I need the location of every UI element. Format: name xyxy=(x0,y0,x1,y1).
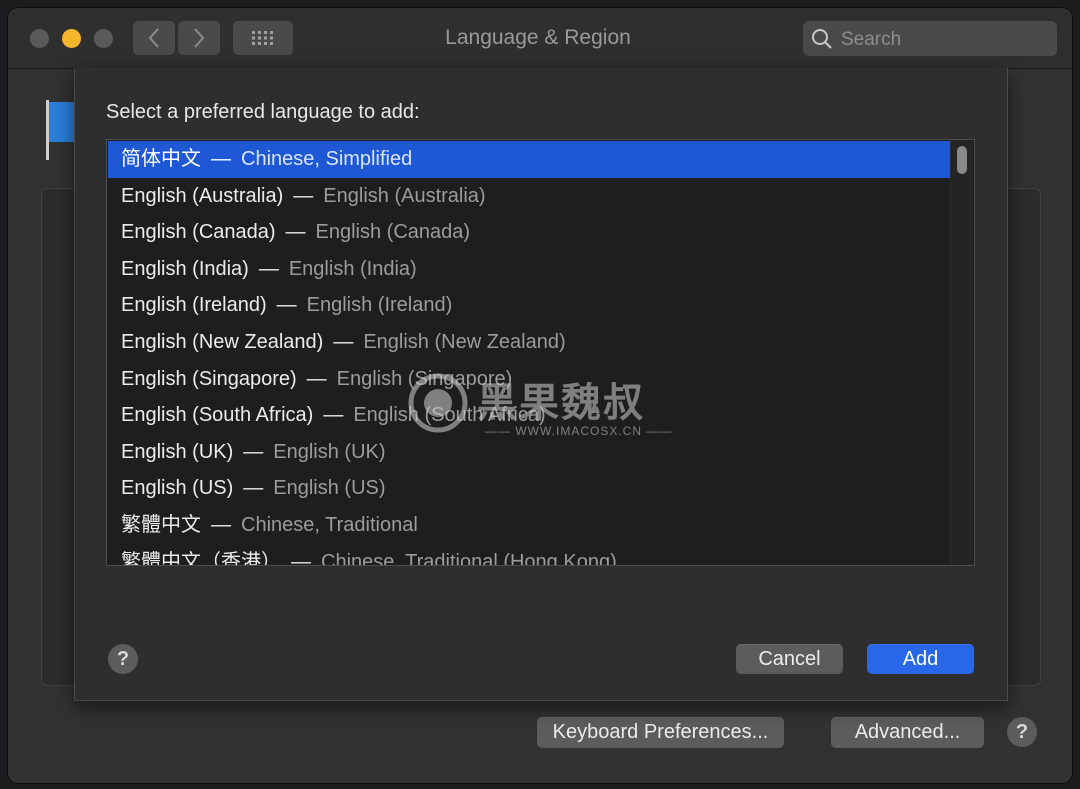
language-english-name: English (Singapore) xyxy=(336,367,513,390)
preferences-window: Language & Region Keyboard Preferences..… xyxy=(8,8,1072,783)
language-english-name: English (New Zealand) xyxy=(363,330,566,353)
language-english-name: English (Australia) xyxy=(323,184,486,207)
back-button[interactable] xyxy=(133,21,175,55)
language-separator: — xyxy=(291,550,311,566)
add-language-sheet: Select a preferred language to add: 简体中文… xyxy=(74,68,1008,701)
search-input[interactable] xyxy=(839,21,1053,58)
show-all-button[interactable] xyxy=(233,21,293,55)
language-native-name: English (India) xyxy=(121,257,249,280)
language-native-name: English (South Africa) xyxy=(121,404,314,427)
forward-button[interactable] xyxy=(178,21,220,55)
language-english-name: English (UK) xyxy=(273,440,386,463)
language-separator: — xyxy=(306,367,327,390)
language-native-name: English (Australia) xyxy=(121,184,284,207)
language-english-name: English (South Africa) xyxy=(353,404,546,427)
language-row[interactable]: 繁體中文 — Chinese, Traditional xyxy=(108,507,950,544)
search-icon xyxy=(812,29,832,49)
language-separator: — xyxy=(243,440,264,463)
scrollbar-thumb[interactable] xyxy=(957,146,967,174)
language-separator: — xyxy=(276,294,297,317)
language-native-name: 简体中文 xyxy=(121,148,201,170)
language-row[interactable]: English (US) — English (US) xyxy=(108,470,950,507)
language-native-name: 繁體中文（香港） xyxy=(121,550,281,566)
language-separator: — xyxy=(285,221,306,244)
language-separator: — xyxy=(323,404,344,427)
language-english-name: English (Canada) xyxy=(315,221,471,244)
search-field[interactable] xyxy=(803,21,1057,58)
language-row[interactable]: English (India) — English (India) xyxy=(108,251,950,288)
grid-icon xyxy=(252,31,273,45)
zoom-window-button[interactable] xyxy=(94,29,113,48)
language-separator: — xyxy=(333,330,354,353)
flag-icon xyxy=(46,100,75,160)
language-english-name: Chinese, Traditional xyxy=(241,513,418,536)
language-native-name: 繁體中文 xyxy=(121,513,201,536)
language-row[interactable]: English (UK) — English (UK) xyxy=(108,434,950,471)
language-row[interactable]: 繁體中文（香港） — Chinese, Traditional (Hong Kong… xyxy=(108,544,950,566)
language-english-name: Chinese, Traditional (Hong Kong) xyxy=(321,550,617,566)
language-english-name: English (India) xyxy=(288,257,417,280)
window-title: Language & Region xyxy=(445,26,631,49)
language-english-name: English (US) xyxy=(273,477,386,500)
language-english-name: English (Ireland) xyxy=(306,294,453,317)
close-window-button[interactable] xyxy=(30,29,49,48)
language-row[interactable]: English (Ireland) — English (Ireland) xyxy=(108,287,950,324)
sheet-help-button[interactable]: ? xyxy=(108,644,138,674)
language-row[interactable]: 简体中文 — Chinese, Simplified xyxy=(108,141,950,178)
language-separator: — xyxy=(293,184,314,207)
language-separator: — xyxy=(243,477,264,500)
language-native-name: English (New Zealand) xyxy=(121,330,324,353)
advanced-button[interactable]: Advanced... xyxy=(831,717,984,748)
footer-help-button[interactable]: ? xyxy=(1007,717,1037,747)
list-scrollbar[interactable] xyxy=(950,140,973,565)
language-row[interactable]: English (Australia) — English (Australia) xyxy=(108,178,950,215)
language-separator: — xyxy=(211,148,231,170)
language-list[interactable]: 简体中文 — Chinese, Simplified English (Austral… xyxy=(106,139,975,566)
language-row[interactable]: English (New Zealand) — English (New Zeala… xyxy=(108,324,950,361)
language-native-name: English (UK) xyxy=(121,440,234,463)
language-rows: 简体中文 — Chinese, Simplified English (Austral… xyxy=(108,141,950,566)
forward-icon xyxy=(194,28,205,48)
title-bar: Language & Region xyxy=(8,8,1072,69)
language-row[interactable]: English (Canada) — English (Canada) xyxy=(108,214,950,251)
language-row[interactable]: English (Singapore) — English (Singapore) xyxy=(108,361,950,398)
language-native-name: English (Singapore) xyxy=(121,367,297,390)
language-native-name: English (US) xyxy=(121,477,234,500)
language-native-name: English (Ireland) xyxy=(121,294,267,317)
language-row[interactable]: English (South Africa) — English (South Af… xyxy=(108,397,950,434)
minimize-window-button[interactable] xyxy=(62,29,81,48)
add-button[interactable]: Add xyxy=(867,644,974,674)
keyboard-preferences-button[interactable]: Keyboard Preferences... xyxy=(537,717,784,748)
cancel-button[interactable]: Cancel xyxy=(736,644,843,674)
language-separator: — xyxy=(211,513,231,536)
sheet-prompt: Select a preferred language to add: xyxy=(106,101,420,123)
back-icon xyxy=(148,28,159,48)
language-separator: — xyxy=(258,257,279,280)
language-english-name: Chinese, Simplified xyxy=(241,148,413,170)
language-native-name: English (Canada) xyxy=(121,221,276,244)
